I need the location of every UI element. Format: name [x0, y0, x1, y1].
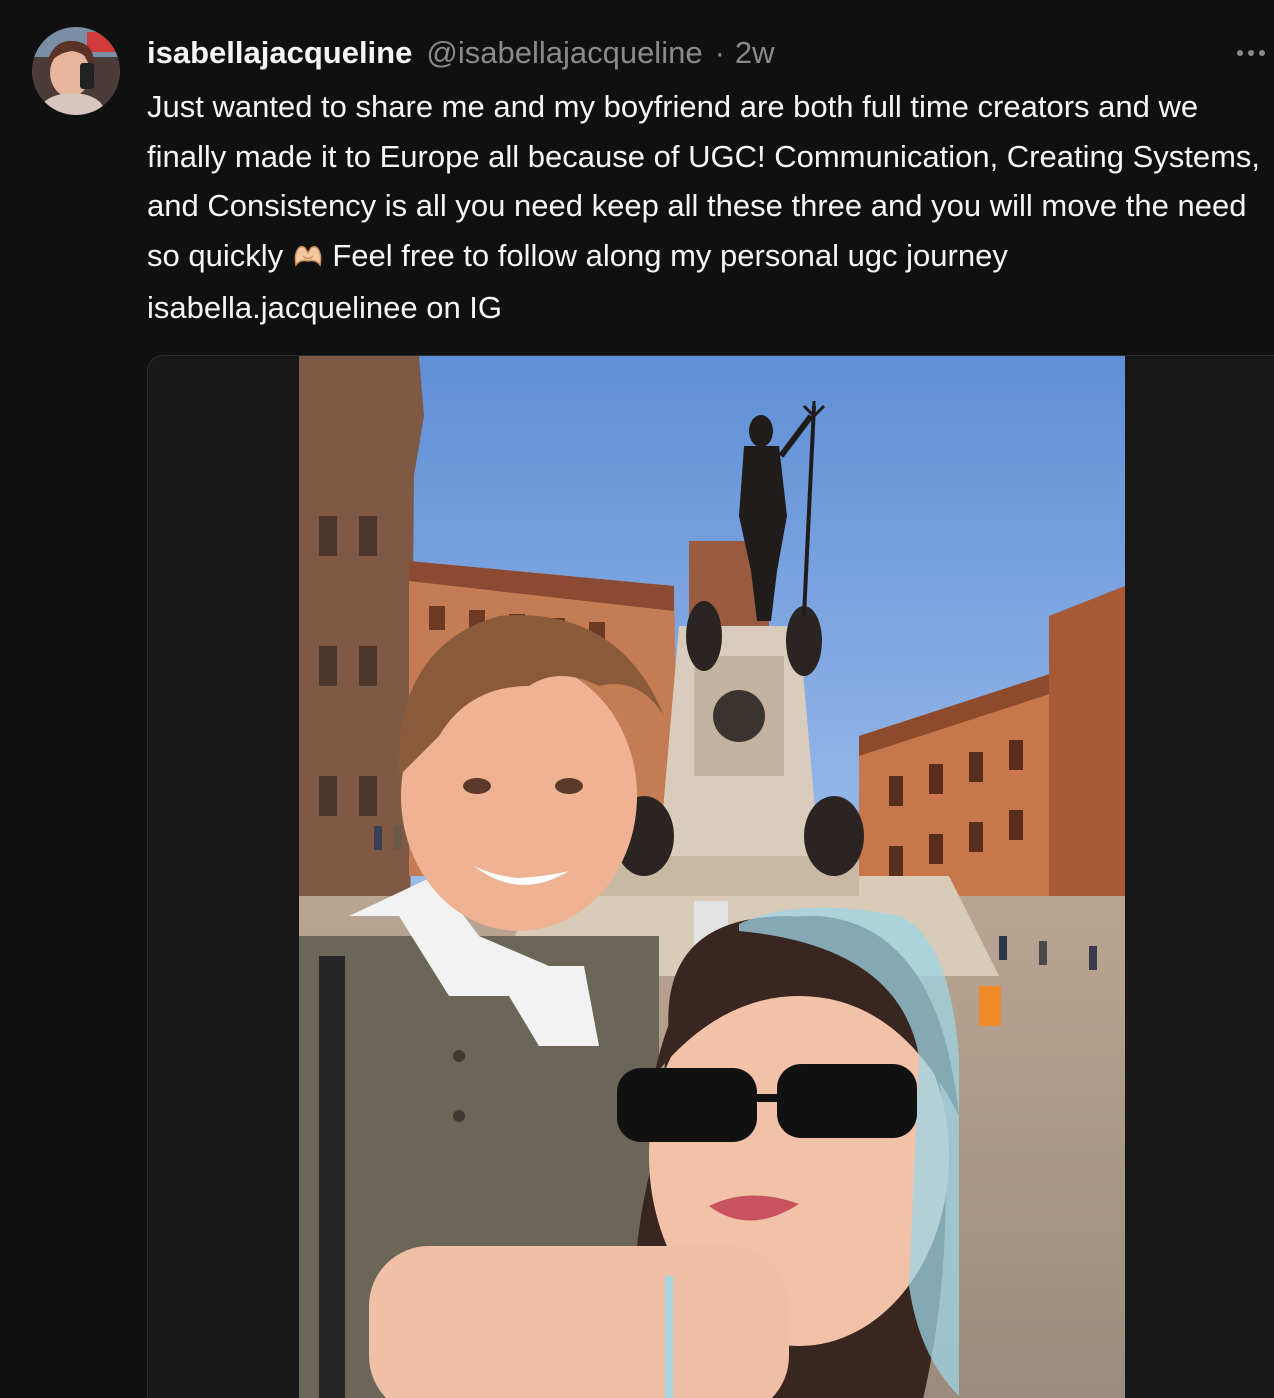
post-media-container[interactable] — [147, 355, 1274, 1398]
more-options-icon[interactable] — [1234, 36, 1268, 70]
username-link[interactable]: isabellajacqueline — [147, 35, 412, 71]
avatar[interactable] — [32, 27, 120, 115]
heart-hands-icon — [292, 234, 324, 284]
post-header: isabellajacqueline @isabellajacqueline ·… — [147, 32, 775, 74]
handle-text: @isabellajacqueline — [426, 35, 703, 70]
thread-post: isabellajacqueline @isabellajacqueline ·… — [0, 0, 1274, 1398]
separator-dot: · — [714, 35, 725, 70]
post-timestamp[interactable]: 2w — [735, 35, 775, 71]
post-photo[interactable] — [299, 356, 1125, 1398]
post-caption: Just wanted to share me and my boyfriend… — [147, 82, 1271, 333]
